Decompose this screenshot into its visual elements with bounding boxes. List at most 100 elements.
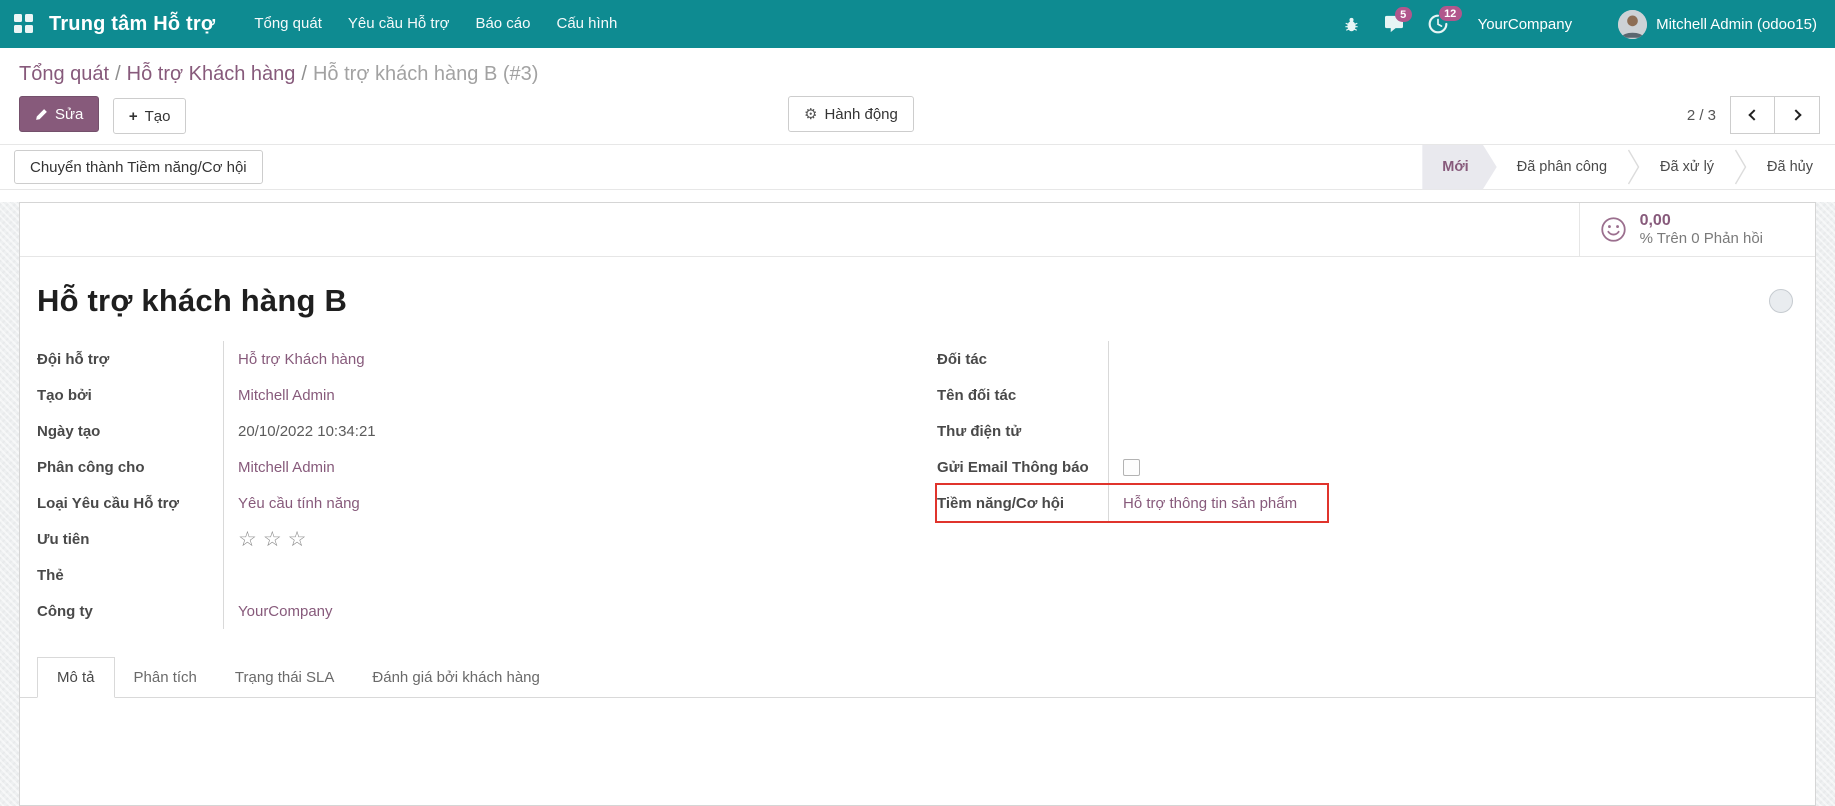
top-menu-item-2[interactable]: Báo cáo: [462, 0, 543, 48]
ticket-title: Hỗ trợ khách hàng B: [37, 283, 347, 319]
right-field-column: Đối tác Tên đối tác Thư điện tử Gửi Email T…: [937, 341, 1327, 521]
stage-3[interactable]: Đã hủy: [1747, 145, 1833, 190]
left-field-column: Đội hỗ trợ Hỗ trợ Khách hàng Tạo bởi Mitche…: [37, 341, 899, 629]
app-name[interactable]: Trung tâm Hỗ trợ: [49, 13, 215, 36]
field-value-link[interactable]: Mitchell Admin: [238, 459, 335, 476]
field-label: Thư điện tử: [937, 423, 1108, 440]
field-value: Hỗ trợ Khách hàng: [223, 341, 899, 377]
field-value-link[interactable]: Yêu cầu tính năng: [238, 495, 360, 512]
field-row: Thẻ: [37, 557, 899, 593]
top-menu-item-3[interactable]: Cấu hình: [543, 0, 630, 48]
field-label: Đối tác: [937, 351, 1108, 368]
field-grid: Đội hỗ trợ Hỗ trợ Khách hàng Tạo bởi Mitche…: [20, 341, 1815, 629]
kanban-state-icon[interactable]: [1769, 289, 1793, 313]
user-menu[interactable]: Mitchell Admin (odoo15): [1618, 10, 1817, 39]
chevron-right-icon: [1790, 109, 1801, 120]
company-switcher[interactable]: YourCompany: [1478, 16, 1573, 33]
create-button[interactable]: + Tạo: [113, 98, 187, 134]
pencil-icon: [35, 108, 48, 121]
plus-icon: +: [129, 108, 138, 125]
field-value: [1108, 377, 1327, 413]
field-label: Gửi Email Thông báo: [937, 459, 1108, 476]
rating-stat-button[interactable]: 0,00 % Trên 0 Phản hồi: [1579, 203, 1787, 256]
top-menu-item-0[interactable]: Tổng quát: [241, 0, 335, 48]
action-menu-button[interactable]: ⚙ Hành động: [788, 96, 914, 132]
field-row: Thư điện tử: [937, 413, 1327, 449]
debug-bug-icon[interactable]: [1343, 15, 1360, 34]
field-label: Thẻ: [37, 567, 223, 584]
field-row: Tạo bởi Mitchell Admin: [37, 377, 899, 413]
field-value: [223, 557, 899, 593]
field-label: Tạo bởi: [37, 387, 223, 404]
control-panel: Sửa + Tạo ⚙ Hành động 2 / 3: [0, 90, 1835, 144]
field-value: 20/10/2022 10:34:21: [223, 413, 899, 449]
messages-icon[interactable]: 5: [1384, 15, 1404, 33]
pager-previous-button[interactable]: [1730, 96, 1775, 134]
field-label: Loại Yêu cầu Hỗ trợ: [37, 495, 223, 512]
field-value: ☆☆☆: [223, 521, 899, 557]
field-value-link[interactable]: Hỗ trợ Khách hàng: [238, 351, 365, 368]
stage-separator-icon: [1627, 148, 1640, 186]
chevron-left-icon: [1748, 109, 1759, 120]
breadcrumb-separator: /: [109, 63, 127, 85]
rating-caption: % Trên 0 Phản hồi: [1640, 230, 1763, 248]
button-box: 0,00 % Trên 0 Phản hồi: [20, 203, 1815, 257]
field-label: Ưu tiên: [37, 531, 223, 548]
field-value: Hỗ trợ thông tin sản phẩm: [1108, 485, 1327, 521]
field-value: Mitchell Admin: [223, 449, 899, 485]
field-row: Công ty YourCompany: [37, 593, 899, 629]
field-row: Đối tác: [937, 341, 1327, 377]
field-value: [1108, 449, 1327, 485]
gear-icon: ⚙: [804, 105, 817, 123]
field-label: Phân công cho: [37, 459, 223, 476]
top-menu-item-1[interactable]: Yêu cầu Hỗ trợ: [335, 0, 463, 48]
field-label: Đội hỗ trợ: [37, 351, 223, 368]
field-value-link[interactable]: Mitchell Admin: [238, 387, 335, 404]
pager: 2 / 3: [1687, 96, 1820, 134]
stage-1[interactable]: Đã phân công: [1497, 145, 1627, 190]
apps-menu-icon[interactable]: [14, 14, 34, 34]
breadcrumb-link[interactable]: Tổng quát: [19, 63, 109, 85]
stage-2[interactable]: Đã xử lý: [1640, 145, 1734, 190]
stage-active-0[interactable]: Mới: [1422, 145, 1496, 190]
field-label: Công ty: [37, 603, 223, 620]
priority-stars-icon[interactable]: ☆☆☆: [238, 529, 312, 550]
stage-separator-icon: [1734, 148, 1747, 186]
user-avatar: [1618, 10, 1647, 39]
tab-3[interactable]: Đánh giá bởi khách hàng: [353, 658, 558, 697]
activities-badge: 12: [1439, 6, 1462, 21]
field-row: Ngày tạo20/10/2022 10:34:21: [37, 413, 899, 449]
tab-2[interactable]: Trạng thái SLA: [216, 658, 354, 697]
content-area: 0,00 % Trên 0 Phản hồi Hỗ trợ khách hàng…: [0, 202, 1835, 806]
breadcrumb-separator: /: [295, 63, 313, 85]
activities-icon[interactable]: 12: [1428, 14, 1448, 34]
field-row: Đội hỗ trợ Hỗ trợ Khách hàng: [37, 341, 899, 377]
field-row: Tên đối tác: [937, 377, 1327, 413]
rating-value: 0,00: [1640, 211, 1763, 230]
notebook-tabs: Mô tảPhân tíchTrạng thái SLAĐánh giá bởi…: [20, 657, 1815, 698]
field-label: Ngày tạo: [37, 423, 223, 440]
breadcrumb-current: Hỗ trợ khách hàng B (#3): [313, 63, 538, 85]
field-row: Ưu tiên ☆☆☆: [37, 521, 899, 557]
field-row: Loại Yêu cầu Hỗ trợ Yêu cầu tính năng: [37, 485, 899, 521]
field-label: Tiềm năng/Cơ hội: [937, 495, 1108, 512]
field-value-link[interactable]: Hỗ trợ thông tin sản phẩm: [1123, 495, 1297, 512]
edit-button[interactable]: Sửa: [19, 96, 99, 132]
breadcrumb-link[interactable]: Hỗ trợ Khách hàng: [127, 63, 296, 85]
field-value-link[interactable]: YourCompany: [238, 603, 333, 620]
field-row: Gửi Email Thông báo: [937, 449, 1327, 485]
pager-next-button[interactable]: [1775, 96, 1820, 134]
top-navbar: Trung tâm Hỗ trợ Tổng quátYêu cầu Hỗ trợ…: [0, 0, 1835, 48]
field-row-highlighted: Tiềm năng/Cơ hội Hỗ trợ thông tin sản phẩ…: [937, 485, 1327, 521]
email-notification-checkbox[interactable]: [1123, 459, 1140, 476]
form-sheet: 0,00 % Trên 0 Phản hồi Hỗ trợ khách hàng…: [19, 202, 1816, 806]
field-label: Tên đối tác: [937, 387, 1108, 404]
field-value: [1108, 341, 1327, 377]
pager-value: 2 / 3: [1687, 107, 1716, 124]
tab-1[interactable]: Phân tích: [115, 658, 216, 697]
convert-to-opportunity-button[interactable]: Chuyển thành Tiềm năng/Cơ hội: [14, 150, 263, 184]
messages-badge: 5: [1395, 7, 1412, 22]
tab-0[interactable]: Mô tả: [37, 657, 115, 698]
systray: 5 12 YourCompany Mitchell Admin (odoo15): [1343, 10, 1817, 39]
field-value: Mitchell Admin: [223, 377, 899, 413]
